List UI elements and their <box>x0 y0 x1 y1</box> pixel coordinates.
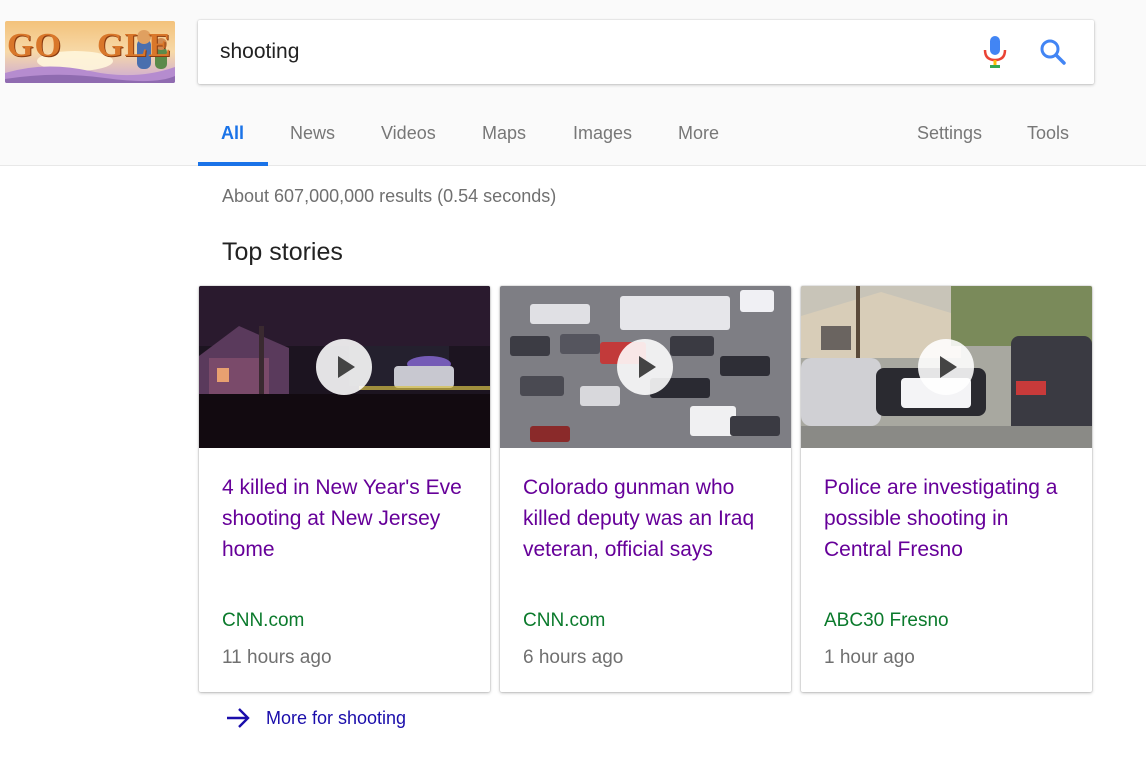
story-card[interactable]: 4 killed in New Year's Eve shooting at N… <box>199 286 490 692</box>
microphone-icon[interactable] <box>982 36 1008 68</box>
doodle-text-left: GO <box>7 27 62 64</box>
google-doodle-logo[interactable]: GO GLE <box>5 21 175 83</box>
search-icon[interactable] <box>1039 38 1067 66</box>
story-title[interactable]: 4 killed in New Year's Eve shooting at N… <box>222 472 470 565</box>
tab-news[interactable]: News <box>290 106 335 166</box>
tab-maps[interactable]: Maps <box>482 106 526 166</box>
doodle-text-right: GLE <box>97 27 172 64</box>
header: GO GLE All News Videos Maps Images More … <box>0 0 1146 166</box>
story-thumbnail[interactable] <box>199 286 490 448</box>
search-box[interactable] <box>198 20 1094 84</box>
story-thumbnail[interactable] <box>801 286 1092 448</box>
search-input[interactable] <box>220 37 960 67</box>
tab-more[interactable]: More <box>678 106 719 166</box>
story-source: ABC30 Fresno <box>824 610 949 631</box>
more-link-label: More for shooting <box>266 707 407 728</box>
tab-images[interactable]: Images <box>573 106 632 166</box>
story-source: CNN.com <box>523 610 606 631</box>
top-stories-heading: Top stories <box>222 238 343 266</box>
tab-tools[interactable]: Tools <box>1027 106 1069 166</box>
tab-all[interactable]: All <box>198 106 268 166</box>
story-time: 6 hours ago <box>523 647 624 668</box>
play-icon[interactable] <box>918 339 974 395</box>
story-time: 11 hours ago <box>222 647 332 668</box>
result-stats: About 607,000,000 results (0.54 seconds) <box>222 186 557 206</box>
play-icon[interactable] <box>617 339 673 395</box>
story-title[interactable]: Police are investigating a possible shoo… <box>824 472 1072 565</box>
tab-settings[interactable]: Settings <box>917 106 982 166</box>
more-for-query-link[interactable]: More for shooting <box>224 704 406 732</box>
arrow-right-icon <box>227 708 250 728</box>
story-source: CNN.com <box>222 610 305 631</box>
story-title[interactable]: Colorado gunman who killed deputy was an… <box>523 472 771 565</box>
tab-videos[interactable]: Videos <box>381 106 436 166</box>
story-card[interactable]: Police are investigating a possible shoo… <box>801 286 1092 692</box>
play-icon[interactable] <box>316 339 372 395</box>
story-thumbnail[interactable] <box>500 286 791 448</box>
story-time: 1 hour ago <box>824 647 915 668</box>
story-card[interactable]: Colorado gunman who killed deputy was an… <box>500 286 791 692</box>
